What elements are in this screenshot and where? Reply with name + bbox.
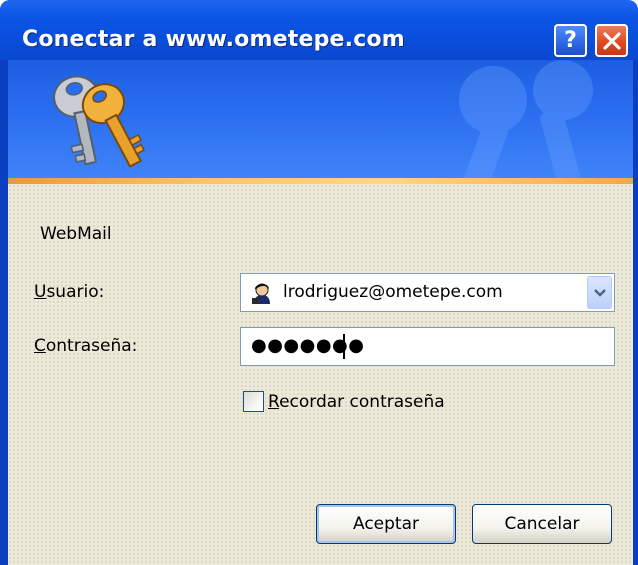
password-masked-value: ●●●●●●● — [251, 335, 365, 356]
remember-password-option[interactable]: Recordar contraseña — [243, 391, 445, 412]
username-label: Usuario: — [34, 282, 105, 302]
close-icon — [602, 31, 621, 50]
header-banner — [8, 60, 633, 178]
ok-button[interactable]: Aceptar — [316, 504, 456, 544]
password-field[interactable]: ●●●●●●● — [240, 327, 615, 366]
user-icon — [252, 283, 270, 304]
dialog-body: WebMail Usuario: lrodriguez@ometepe.com … — [8, 184, 633, 565]
username-dropdown-button[interactable] — [587, 276, 612, 309]
realm-label: WebMail — [40, 224, 112, 244]
keys-icon — [53, 75, 145, 168]
window-border-right — [633, 60, 638, 565]
window-border-left — [0, 60, 8, 565]
username-value: lrodriguez@ometepe.com — [283, 282, 503, 302]
remember-password-label-text: ecordar contraseña — [279, 391, 445, 412]
cancel-button[interactable]: Cancelar — [472, 504, 612, 544]
chevron-down-icon — [593, 288, 606, 297]
help-button[interactable]: ? — [554, 24, 587, 57]
password-label: Contraseña: — [34, 336, 138, 356]
login-dialog: Conectar a www.ometepe.com ? WebMail Usu… — [0, 0, 638, 565]
text-caret — [343, 334, 345, 359]
username-label-text: suario: — [46, 282, 105, 302]
remember-password-checkbox[interactable] — [243, 391, 264, 412]
password-label-text: ontraseña: — [45, 336, 138, 356]
remember-password-label: Recordar contraseña — [268, 391, 445, 412]
banner-watermark-keys — [459, 60, 593, 178]
dialog-title: Conectar a www.ometepe.com — [22, 27, 405, 52]
close-button[interactable] — [595, 24, 628, 57]
username-combobox[interactable]: lrodriguez@ometepe.com — [240, 273, 615, 312]
